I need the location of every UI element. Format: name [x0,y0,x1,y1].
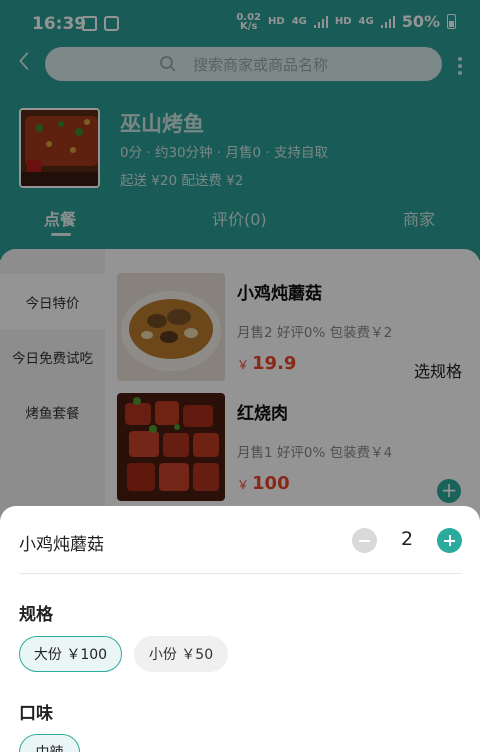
spec-option-large[interactable]: 大份 ￥100 [19,636,122,672]
sheet-product-name: 小鸡炖蘑菇 [19,535,104,555]
decrease-quantity-button[interactable] [352,528,377,553]
spec-option-small[interactable]: 小份 ￥50 [134,636,228,672]
increase-quantity-button[interactable] [437,528,462,553]
flavor-section-title: 口味 [19,704,53,724]
spec-bottom-sheet: 小鸡炖蘑菇 2 规格 大份 ￥100 小份 ￥50 口味 中辣 [0,506,480,752]
divider [19,573,462,574]
flavor-option-medium-spicy[interactable]: 中辣 [19,734,80,752]
quantity-value: 2 [400,528,414,550]
spec-section-title: 规格 [19,605,53,625]
